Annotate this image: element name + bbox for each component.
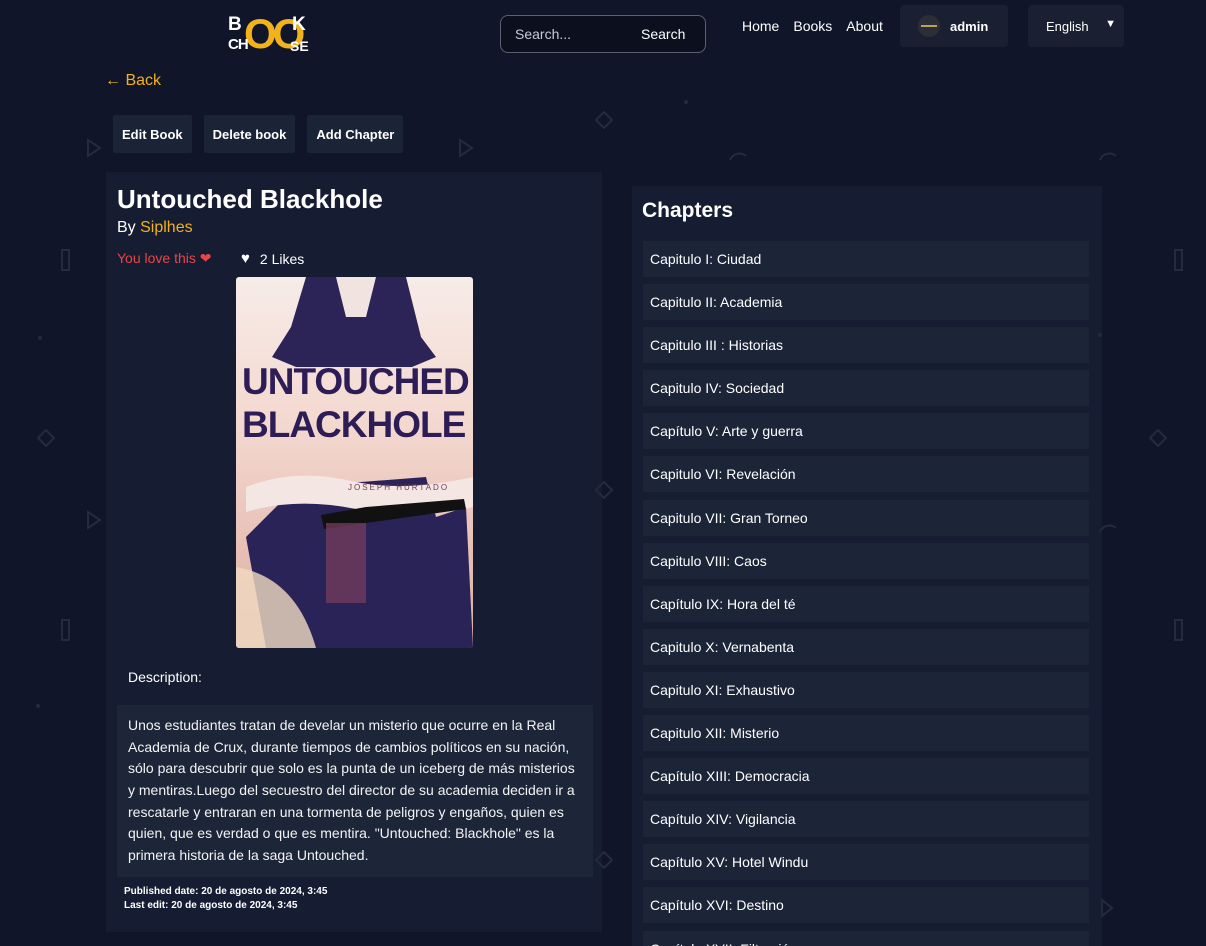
delete-book-button[interactable]: Delete book <box>203 115 296 153</box>
chapter-list: Capitulo I: Ciudad Capitulo II: Academia… <box>643 241 1089 946</box>
logo[interactable]: B OO K CH SE <box>226 12 309 58</box>
book-author-line: By Siplhes <box>117 219 193 236</box>
chapter-item[interactable]: Capítulo XV: Hotel Windu <box>643 844 1089 881</box>
nav-link-books[interactable]: Books <box>793 18 832 34</box>
chapters-heading: Chapters <box>642 199 734 222</box>
cover-art <box>236 277 473 648</box>
chapter-item[interactable]: Capitulo XI: Exhaustivo <box>643 671 1089 708</box>
search-bar: Search <box>500 15 706 53</box>
chapter-item[interactable]: Capitulo VII: Gran Torneo <box>643 499 1089 536</box>
description-text: Unos estudiantes tratan de develar un mi… <box>117 705 593 877</box>
username: admin <box>950 18 989 34</box>
chapter-item[interactable]: Capitulo VIII: Caos <box>643 542 1089 579</box>
book-title: Untouched Blackhole <box>117 184 383 214</box>
chapter-item[interactable]: Capitulo II: Academia <box>643 284 1089 321</box>
chapter-item[interactable]: Capitulo X: Vernabenta <box>643 628 1089 665</box>
chapter-item[interactable]: Capitulo XII: Misterio <box>643 715 1089 752</box>
book-actions: Edit Book Delete book Add Chapter <box>113 115 404 153</box>
last-edit-date: Last edit: 20 de agosto de 2024, 3:45 <box>124 899 298 911</box>
chapter-item[interactable]: Capitulo III : Historias <box>643 327 1089 364</box>
chapter-item[interactable]: Capítulo XVII: Filtración <box>643 930 1089 946</box>
search-input[interactable] <box>515 26 635 42</box>
chevron-down-icon: ▼ <box>1105 18 1116 30</box>
book-cover: UNTOUCHED BLACKHOLE JOSEPH HURTADO <box>236 277 473 648</box>
chapter-item[interactable]: Capitulo VI: Revelación <box>643 456 1089 493</box>
likes-count: ♥ 2 Likes <box>241 250 305 267</box>
back-link[interactable]: ← Back <box>105 72 161 90</box>
avatar <box>918 15 940 37</box>
edit-book-button[interactable]: Edit Book <box>113 115 192 153</box>
book-dates: Published date: 20 de agosto de 2024, 3:… <box>124 885 327 912</box>
author-link[interactable]: Siplhes <box>140 219 192 236</box>
search-button[interactable]: Search <box>641 26 685 42</box>
chapter-item[interactable]: Capítulo XIV: Vigilancia <box>643 801 1089 838</box>
description-label: Description: <box>128 669 202 685</box>
chapter-item[interactable]: Capítulo XIII: Democracia <box>643 758 1089 795</box>
chapter-item[interactable]: Capítulo XVI: Destino <box>643 887 1089 924</box>
published-date: Published date: 20 de agosto de 2024, 3:… <box>124 886 328 897</box>
love-toggle[interactable]: You love this ❤ <box>117 250 212 267</box>
nav-links: Home Books About <box>742 18 883 34</box>
heart-icon: ♥ <box>241 250 250 267</box>
language-value: English <box>1046 18 1089 34</box>
chapter-item[interactable]: Capitulo I: Ciudad <box>643 241 1089 277</box>
add-chapter-button[interactable]: Add Chapter <box>307 115 404 153</box>
chapter-item[interactable]: Capítulo IX: Hora del té <box>643 585 1089 622</box>
chapter-item[interactable]: Capitulo IV: Sociedad <box>643 370 1089 407</box>
chapter-item[interactable]: Capítulo V: Arte y guerra <box>643 413 1089 450</box>
top-nav: B OO K CH SE Search Home Books About adm… <box>0 0 1206 60</box>
heart-filled-icon: ❤ <box>199 250 212 266</box>
chapters-panel: Chapters Capitulo I: Ciudad Capitulo II:… <box>632 186 1102 946</box>
nav-link-home[interactable]: Home <box>742 18 779 34</box>
user-menu[interactable]: admin <box>900 5 1008 47</box>
book-details-panel: Untouched Blackhole By Siplhes You love … <box>106 172 602 932</box>
nav-link-about[interactable]: About <box>846 18 883 34</box>
language-select[interactable]: English ▼ <box>1028 5 1124 47</box>
